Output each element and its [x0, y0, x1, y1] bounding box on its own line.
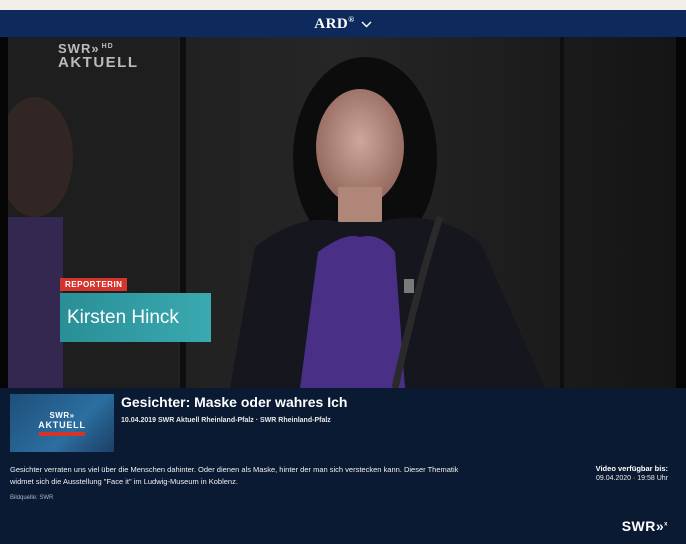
- availability: Video verfügbar bis: 09.04.2020 · 19:58 …: [596, 464, 668, 482]
- image-credit: Bildquelle: SWR: [10, 495, 54, 501]
- video-player[interactable]: SWR» HD AKTUELL REPORTERIN Kirsten Hinck: [0, 37, 686, 388]
- thumbnail-logo-line1: SWR»: [49, 410, 75, 420]
- chevron-down-icon: [361, 15, 372, 33]
- video-title: Gesichter: Maske oder wahres Ich: [121, 394, 348, 410]
- video-info-panel: SWR» AKTUELL Gesichter: Maske oder wahre…: [0, 388, 686, 544]
- swr-aktuell-watermark: SWR» HD AKTUELL: [58, 41, 139, 71]
- video-description: Gesichter verraten uns viel über die Men…: [10, 465, 459, 486]
- swr-footer-logo[interactable]: SWR»x: [622, 518, 668, 534]
- ard-header: ARD®: [0, 10, 686, 37]
- video-right-border: [676, 37, 686, 388]
- thumbnail-logo-line2: AKTUELL: [38, 419, 86, 430]
- role-tag: REPORTERIN: [60, 278, 128, 291]
- video-meta: 10.04.2019 SWR Aktuell Rheinland-Pfalz ·…: [121, 417, 331, 424]
- video-left-border: [0, 37, 8, 388]
- thumbnail-red-bar: [39, 431, 85, 436]
- ard-menu-toggle[interactable]: ARD®: [314, 14, 372, 33]
- availability-date: 09.04.2020 · 19:58 Uhr: [596, 475, 668, 482]
- top-strip: [0, 0, 686, 10]
- person-name: Kirsten Hinck: [60, 293, 211, 342]
- availability-label: Video verfügbar bis:: [595, 464, 668, 473]
- program-thumbnail[interactable]: SWR» AKTUELL: [10, 394, 114, 452]
- ard-logo: ARD®: [314, 14, 355, 32]
- lower-third: REPORTERIN Kirsten Hinck: [60, 274, 211, 342]
